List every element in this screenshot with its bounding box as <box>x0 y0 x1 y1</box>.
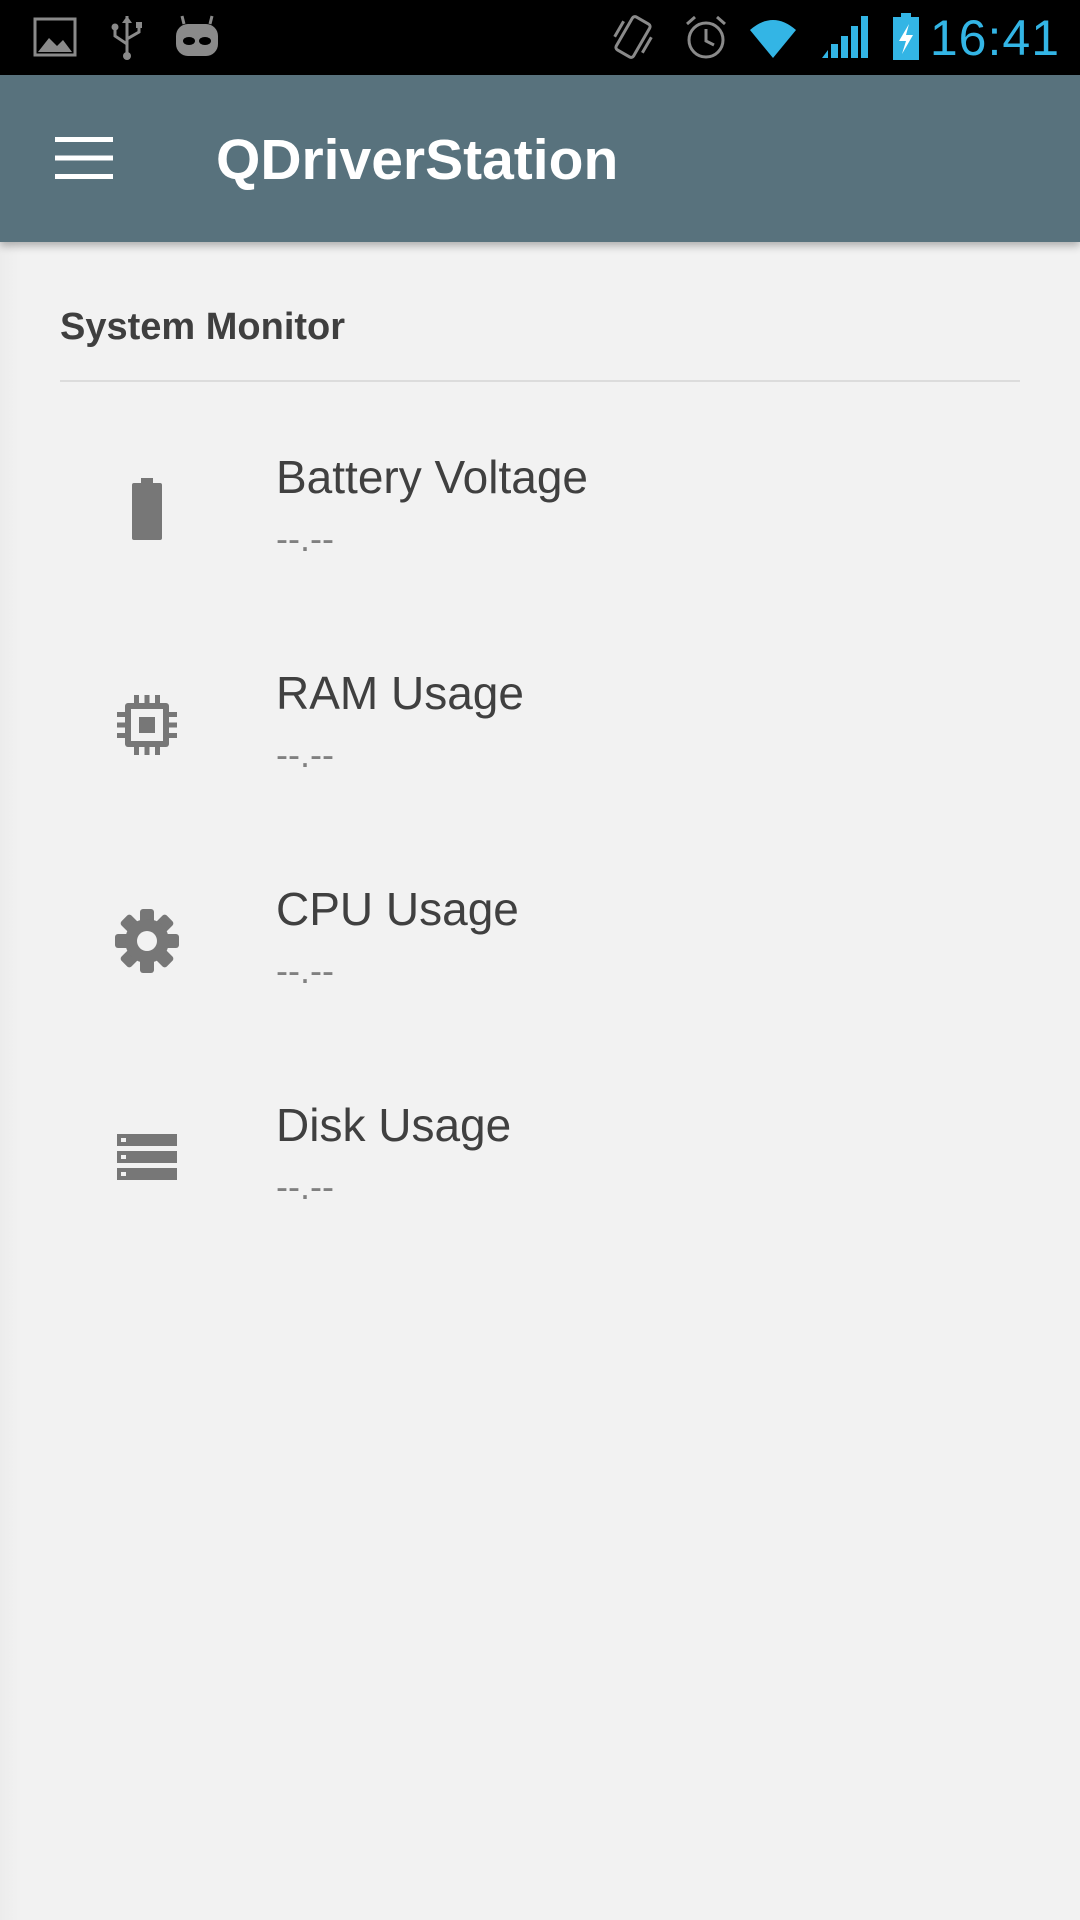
memory-chip-icon <box>112 690 182 760</box>
item-value: --.-- <box>276 1166 334 1207</box>
section-title: System Monitor <box>60 306 346 348</box>
item-value: --.-- <box>276 734 334 775</box>
screen: 16:41 QDriverStation System Monitor Batt… <box>0 0 1080 1920</box>
monitor-item-ram-usage[interactable]: RAM Usage --.-- <box>22 630 1022 830</box>
item-title: Disk Usage <box>276 1099 512 1151</box>
drawer-edge <box>0 242 22 1920</box>
monitor-item-battery-voltage[interactable]: Battery Voltage --.-- <box>22 414 1022 614</box>
gear-icon <box>112 906 182 976</box>
item-title: CPU Usage <box>276 883 519 935</box>
status-time: 16:41 <box>929 10 1060 66</box>
item-title: Battery Voltage <box>276 451 588 503</box>
alarm-icon <box>686 15 726 59</box>
item-title: RAM Usage <box>276 667 524 719</box>
vibrate-icon <box>613 15 653 59</box>
section-divider <box>60 380 1020 382</box>
hamburger-menu-icon <box>55 137 113 179</box>
battery-icon <box>112 474 182 544</box>
app-title: QDriverStation <box>216 128 619 192</box>
item-value: --.-- <box>276 950 334 991</box>
item-value: --.-- <box>276 518 334 559</box>
status-bar: 16:41 <box>0 0 1080 75</box>
content: System Monitor Battery Voltage --.-- RAM… <box>0 242 1080 1920</box>
app-bar: QDriverStation <box>0 75 1080 242</box>
image-icon <box>33 17 77 57</box>
navigation-drawer-button[interactable] <box>32 112 136 204</box>
battery-charging-icon <box>893 13 919 60</box>
wifi-icon <box>750 20 796 58</box>
cell-signal-icon <box>822 16 868 58</box>
monitor-item-cpu-usage[interactable]: CPU Usage --.-- <box>22 846 1022 1046</box>
cyanogenmod-icon <box>176 15 218 56</box>
usb-icon <box>111 16 142 60</box>
storage-icon <box>112 1122 182 1192</box>
monitor-item-disk-usage[interactable]: Disk Usage --.-- <box>22 1062 1022 1262</box>
